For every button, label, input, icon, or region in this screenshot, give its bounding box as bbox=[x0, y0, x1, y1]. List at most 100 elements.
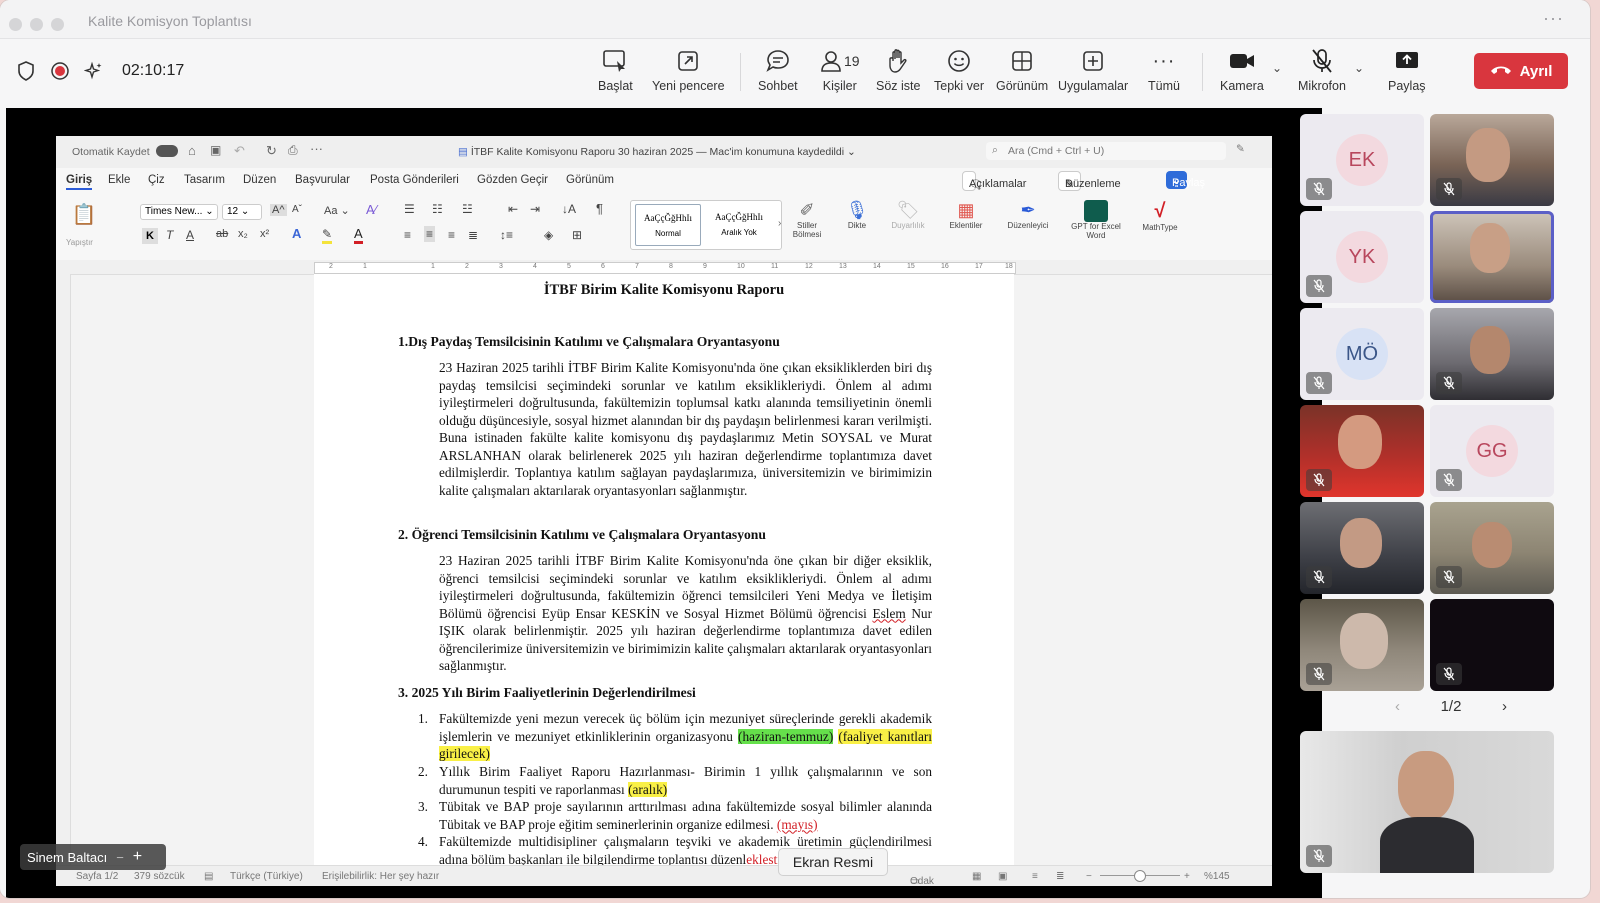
recording-icon[interactable] bbox=[50, 61, 70, 81]
shrink-font-icon[interactable]: Aˇ bbox=[292, 204, 302, 215]
zoom-slider-handle[interactable] bbox=[1134, 870, 1146, 882]
participant-video-tile[interactable] bbox=[1430, 114, 1554, 206]
word-search-box[interactable]: ⌕ Ara (Cmd + Ctrl + U) bbox=[986, 142, 1226, 160]
plus-icon[interactable]: + bbox=[133, 848, 142, 866]
leave-button[interactable]: Ayrıl bbox=[1474, 53, 1568, 89]
draft-view-icon[interactable]: ≣ bbox=[1056, 871, 1064, 882]
participant-tile[interactable]: GG bbox=[1430, 405, 1554, 497]
shield-icon[interactable] bbox=[16, 61, 36, 81]
previous-page-icon[interactable]: ‹ bbox=[1395, 698, 1400, 715]
font-size-select[interactable]: 12 ⌄ bbox=[222, 204, 262, 220]
show-marks-icon[interactable]: ¶ bbox=[596, 201, 603, 216]
align-left-icon[interactable]: ≡ bbox=[404, 228, 411, 242]
italic-icon[interactable]: T bbox=[166, 228, 173, 242]
tab-tasarim[interactable]: Tasarım bbox=[184, 174, 225, 186]
accessibility-status[interactable]: Erişilebilirlik: Her şey hazır bbox=[322, 871, 439, 882]
maximize-window-button[interactable] bbox=[51, 18, 64, 31]
style-normal[interactable]: AaÇçĞğHhIı Normal bbox=[635, 204, 701, 246]
clear-format-icon[interactable]: A⁄ bbox=[366, 202, 377, 217]
numbering-icon[interactable]: ☷ bbox=[432, 202, 443, 216]
participant-video-tile[interactable] bbox=[1430, 502, 1554, 594]
tab-gozden-gecir[interactable]: Gözden Geçir bbox=[477, 174, 548, 186]
copilot-icon[interactable]: ✎ bbox=[1236, 143, 1245, 155]
participant-video-tile[interactable] bbox=[1300, 405, 1424, 497]
increase-indent-icon[interactable]: ⇥ bbox=[530, 202, 540, 216]
view-button[interactable]: Görünüm bbox=[996, 47, 1048, 93]
paste-icon[interactable]: 📋 bbox=[66, 202, 102, 242]
camera-options-chevron-icon[interactable]: ⌄ bbox=[1272, 61, 1282, 75]
minus-icon[interactable]: − bbox=[116, 850, 124, 865]
tab-giris[interactable]: Giriş bbox=[66, 174, 93, 190]
word-count[interactable]: 379 sözcük bbox=[134, 871, 185, 882]
text-effects-icon[interactable]: A bbox=[292, 226, 301, 241]
shading-icon[interactable]: ◈ bbox=[544, 228, 553, 242]
participant-video-tile-speaking[interactable] bbox=[1430, 211, 1554, 303]
underline-icon[interactable]: A bbox=[186, 228, 194, 242]
react-button[interactable]: Tepki ver bbox=[934, 47, 984, 93]
editing-mode-button[interactable]: ✎ Düzenleme ⌄ bbox=[1058, 171, 1121, 191]
outline-view-icon[interactable]: ≡ bbox=[1032, 871, 1038, 882]
print-layout-icon[interactable]: ▦ bbox=[972, 871, 981, 882]
font-color-icon[interactable]: A bbox=[354, 226, 363, 244]
word-share-button[interactable]: ⇪ Paylaş ⌄ bbox=[1166, 171, 1205, 190]
document-page[interactable]: İTBF Birim Kalite Komisyonu Raporu 1.Dış… bbox=[314, 274, 1014, 884]
mathtype-button[interactable]: √ MathType bbox=[1136, 200, 1184, 232]
apps-button[interactable]: Uygulamalar bbox=[1058, 47, 1128, 93]
language-status[interactable]: Türkçe (Türkiye) bbox=[230, 871, 303, 882]
share-button[interactable]: Paylaş bbox=[1388, 47, 1426, 93]
print-icon[interactable]: ⎙ bbox=[288, 143, 298, 158]
participant-video-tile[interactable] bbox=[1430, 308, 1554, 400]
dictate-button[interactable]: 🎙 Dikte bbox=[840, 200, 874, 230]
horizontal-ruler[interactable]: 2 1 1 2 3 4 5 6 7 8 9 10 11 12 13 14 15 bbox=[56, 260, 1272, 275]
font-name-select[interactable]: Times New... ⌄ bbox=[140, 204, 218, 220]
minimize-window-button[interactable] bbox=[30, 18, 43, 31]
microphone-options-chevron-icon[interactable]: ⌄ bbox=[1354, 61, 1364, 75]
close-window-button[interactable] bbox=[9, 18, 22, 31]
undo-icon[interactable]: ↶ bbox=[234, 143, 245, 159]
page-count[interactable]: Sayfa 1/2 bbox=[76, 871, 118, 882]
sensitivity-button[interactable]: 🏷 Duyarlılık bbox=[886, 200, 930, 230]
change-case-icon[interactable]: Aa ⌄ bbox=[324, 204, 350, 217]
people-button[interactable]: 19 Kişiler bbox=[820, 47, 860, 93]
new-window-button[interactable]: Yeni pencere bbox=[652, 47, 725, 93]
superscript-icon[interactable]: x² bbox=[260, 228, 269, 240]
strikethrough-icon[interactable]: ab bbox=[216, 228, 228, 240]
participant-tile[interactable]: YK bbox=[1300, 211, 1424, 303]
participant-tile[interactable]: EK bbox=[1300, 114, 1424, 206]
zoom-out-icon[interactable]: − bbox=[1086, 871, 1092, 882]
next-page-icon[interactable]: › bbox=[1502, 698, 1507, 715]
align-center-icon[interactable]: ≡ bbox=[424, 226, 436, 242]
bullets-icon[interactable]: ☰ bbox=[404, 202, 415, 216]
participant-tile[interactable]: MÖ bbox=[1300, 308, 1424, 400]
decrease-indent-icon[interactable]: ⇤ bbox=[508, 202, 518, 216]
justify-icon[interactable]: ≣ bbox=[468, 228, 478, 242]
tab-ciz[interactable]: Çiz bbox=[148, 174, 165, 186]
styles-expand-icon[interactable]: › bbox=[778, 218, 781, 229]
participant-video-tile[interactable] bbox=[1430, 599, 1554, 691]
more-commands-icon[interactable]: ··· bbox=[310, 141, 323, 156]
tab-gorunum[interactable]: Görünüm bbox=[566, 174, 614, 186]
vertical-ruler[interactable] bbox=[56, 274, 71, 866]
line-spacing-icon[interactable]: ↕≡ bbox=[500, 228, 513, 242]
styles-pane-button[interactable]: ✐ Stiller Bölmesi bbox=[788, 200, 826, 239]
proofing-icon[interactable]: ▤ bbox=[204, 871, 213, 882]
document-title[interactable]: ▤ İTBF Kalite Komisyonu Raporu 30 hazira… bbox=[458, 146, 856, 158]
subscript-icon[interactable]: x₂ bbox=[238, 228, 248, 240]
highlight-icon[interactable]: ✎ bbox=[322, 227, 333, 244]
redo-icon[interactable]: ↻ bbox=[266, 143, 277, 159]
microphone-button[interactable]: Mikrofon bbox=[1298, 47, 1346, 93]
tab-posta[interactable]: Posta Gönderileri bbox=[370, 174, 459, 186]
tab-basvurular[interactable]: Başvurular bbox=[295, 174, 350, 186]
comments-button[interactable]: 🗨 Açıklamalar bbox=[962, 171, 1026, 191]
autosave-toggle[interactable] bbox=[156, 145, 178, 157]
raise-hand-button[interactable]: Söz iste bbox=[876, 47, 920, 93]
start-presenting-button[interactable]: Başlat bbox=[598, 47, 633, 93]
camera-button[interactable]: Kamera bbox=[1220, 47, 1264, 93]
style-no-spacing[interactable]: AaÇçĞğHhIı Aralık Yok bbox=[707, 204, 771, 244]
borders-icon[interactable]: ⊞ bbox=[572, 228, 582, 242]
add-ins-button[interactable]: ▦ Eklentiler bbox=[944, 200, 988, 230]
tab-ekle[interactable]: Ekle bbox=[108, 174, 130, 186]
home-icon[interactable]: ⌂ bbox=[188, 143, 196, 158]
tab-duzen[interactable]: Düzen bbox=[243, 174, 276, 186]
participant-video-tile[interactable] bbox=[1300, 599, 1424, 691]
